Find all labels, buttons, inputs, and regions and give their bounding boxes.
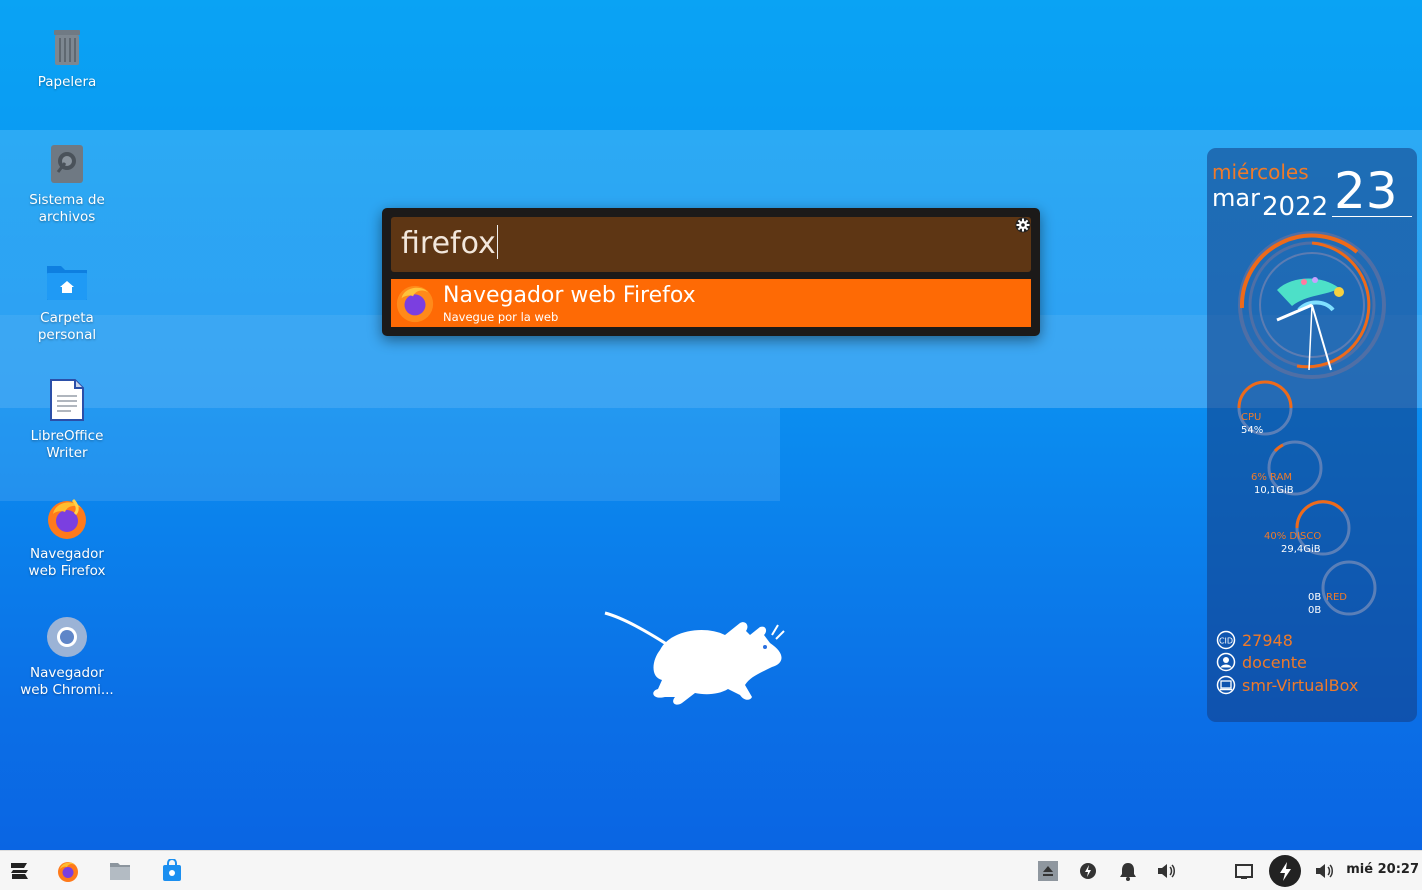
gear-icon[interactable] xyxy=(1014,216,1032,234)
text-caret xyxy=(496,225,498,259)
drive-icon xyxy=(51,145,83,183)
day-text: 23 xyxy=(1334,162,1398,220)
ram-label: 6% RAM xyxy=(1251,472,1293,483)
info-host-text: smr-VirtualBox xyxy=(1242,675,1359,695)
info-user-text: docente xyxy=(1242,652,1307,672)
zorin-menu-icon[interactable] xyxy=(8,859,32,883)
user-icon xyxy=(1216,652,1236,672)
id-icon: CID xyxy=(1216,630,1236,650)
desktop-icon-firefox[interactable]: Navegador web Firefox xyxy=(16,496,118,580)
taskbar: mié 20:27 xyxy=(0,850,1422,890)
desktop-icon-label: LibreOffice Writer xyxy=(30,428,104,461)
desktop-icon-filesystem[interactable]: Sistema de archivos xyxy=(16,142,118,226)
disk-label: 40% DISCO xyxy=(1264,531,1322,542)
files-icon[interactable] xyxy=(108,859,132,883)
svg-text:CID: CID xyxy=(1219,637,1233,646)
conky-widget: miércoles mar 2022 23 CPU 54% 6% RAM 10,… xyxy=(1207,148,1417,722)
date-underline xyxy=(1332,216,1412,217)
software-store-icon[interactable] xyxy=(160,859,184,883)
screen-icon[interactable] xyxy=(1232,859,1256,883)
desktop-icon-chromium[interactable]: Navegador web Chromi... xyxy=(16,615,118,699)
desktop-icon-label: Navegador web Firefox xyxy=(28,546,106,579)
firefox-icon[interactable] xyxy=(56,859,80,883)
network-down-value: 0B xyxy=(1308,605,1322,616)
taskbar-clock[interactable]: mié 20:27 xyxy=(1346,862,1419,877)
desktop-icon-label: Carpeta personal xyxy=(37,310,97,343)
weekday-text: miércoles xyxy=(1212,160,1309,184)
result-title: Navegador web Firefox xyxy=(443,283,696,308)
laptop-icon xyxy=(1216,675,1236,695)
month-text: mar xyxy=(1212,184,1260,212)
desktop-icon-label: Navegador web Chromi... xyxy=(20,665,114,698)
trash-icon xyxy=(54,30,80,65)
app-launcher: firefox Navegador web Firefox Navegue po… xyxy=(382,208,1040,336)
volume-icon[interactable] xyxy=(1154,859,1178,883)
cpu-value: 54% xyxy=(1241,425,1264,436)
desktop-icon-trash[interactable]: Papelera xyxy=(16,24,118,91)
home-folder-icon xyxy=(47,266,87,300)
network-label: RED xyxy=(1326,592,1347,603)
desktop-icon-label: Papelera xyxy=(37,74,97,90)
info-user: docente xyxy=(1216,652,1307,672)
cpu-label: CPU xyxy=(1241,412,1262,423)
result-subtitle: Navegue por la web xyxy=(443,310,559,324)
info-pid-text: 27948 xyxy=(1242,630,1293,650)
xfce-mouse-logo xyxy=(604,611,785,705)
firefox-icon xyxy=(48,498,86,539)
bell-icon[interactable] xyxy=(1116,859,1140,883)
ram-value: 10,1GiB xyxy=(1254,485,1294,496)
launcher-query-text: firefox xyxy=(401,226,496,261)
desktop-icon-label: Sistema de archivos xyxy=(29,192,105,225)
desktop-icon-writer[interactable]: LibreOffice Writer xyxy=(16,378,118,462)
network-gauge xyxy=(1321,560,1377,616)
volume-icon[interactable] xyxy=(1312,859,1336,883)
info-host: smr-VirtualBox xyxy=(1216,675,1358,695)
launcher-search-input[interactable]: firefox xyxy=(391,217,1031,272)
power-mode-icon[interactable] xyxy=(1268,854,1302,888)
year-text: 2022 xyxy=(1262,192,1329,222)
info-pid: CID 27948 xyxy=(1216,630,1293,650)
disk-value: 29,4GiB xyxy=(1281,544,1321,555)
eject-icon[interactable] xyxy=(1036,859,1060,883)
update-icon[interactable] xyxy=(1076,859,1100,883)
analog-clock xyxy=(1238,231,1386,379)
firefox-icon xyxy=(396,285,434,323)
desktop-icon-home[interactable]: Carpeta personal xyxy=(16,260,118,344)
document-icon xyxy=(50,379,84,421)
launcher-result-firefox[interactable]: Navegador web Firefox Navegue por la web xyxy=(391,279,1031,327)
chromium-icon xyxy=(47,617,87,657)
network-up-value: 0B xyxy=(1308,592,1322,603)
